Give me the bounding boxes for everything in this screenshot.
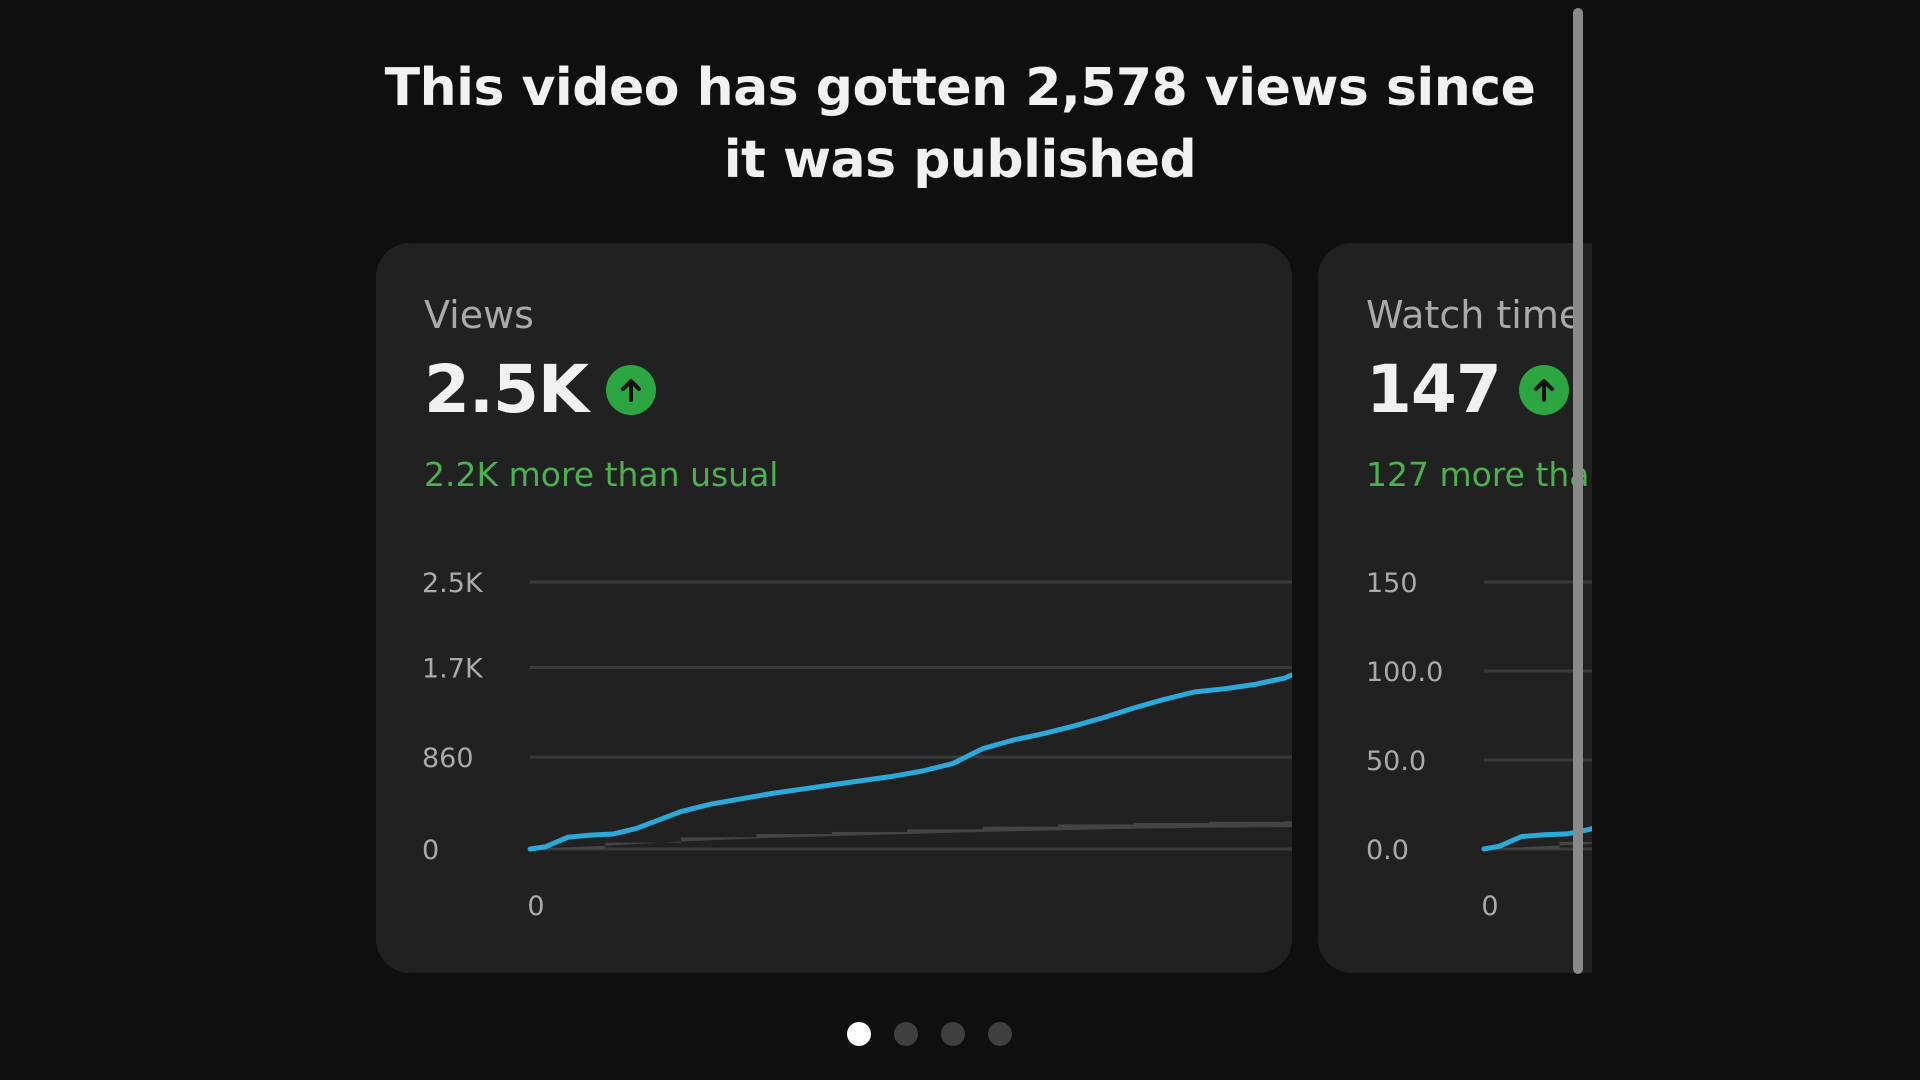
- y-tick-label: 1.7K: [422, 653, 484, 684]
- x-tick-label: 0: [527, 891, 544, 922]
- y-tick-label: 0: [422, 835, 439, 866]
- x-tick-label: 0: [1481, 891, 1498, 922]
- y-tick-label: 50.0: [1366, 746, 1426, 777]
- views-series-line: [527, 672, 1292, 852]
- views-card[interactable]: Views 2.5K 2.2K more than usual 0 860 1.7K…: [376, 243, 1292, 973]
- views-chart: 08601.7K2.5K06 days: [422, 568, 1292, 922]
- y-tick-label: 100.0: [1366, 657, 1443, 688]
- watch-time-chart: 0.050.0100.015006 days: [1366, 568, 1592, 922]
- pager-dot[interactable]: [940, 1022, 965, 1046]
- studio-analytics-screen: This video has gotten 2,578 views since …: [0, 0, 1920, 1080]
- watch-time-card[interactable]: Watch time 147 127 more than usual 0.050…: [1318, 243, 1592, 973]
- carousel-pager: [0, 1022, 1920, 1046]
- scrollbar[interactable]: [1573, 8, 1583, 974]
- y-tick-label: 2.5K: [422, 568, 484, 599]
- y-tick-label: 0.0: [1366, 835, 1409, 866]
- y-tick-label: 860: [422, 743, 474, 774]
- pager-dot[interactable]: [987, 1022, 1012, 1046]
- pager-dot[interactable]: [846, 1022, 871, 1046]
- y-tick-label: 150: [1366, 568, 1418, 599]
- pager-dot[interactable]: [893, 1022, 918, 1046]
- pager-dots: [846, 1022, 1012, 1046]
- metric-carousel[interactable]: Views 2.5K 2.2K more than usual 0 860 1.7K…: [0, 0, 1592, 1080]
